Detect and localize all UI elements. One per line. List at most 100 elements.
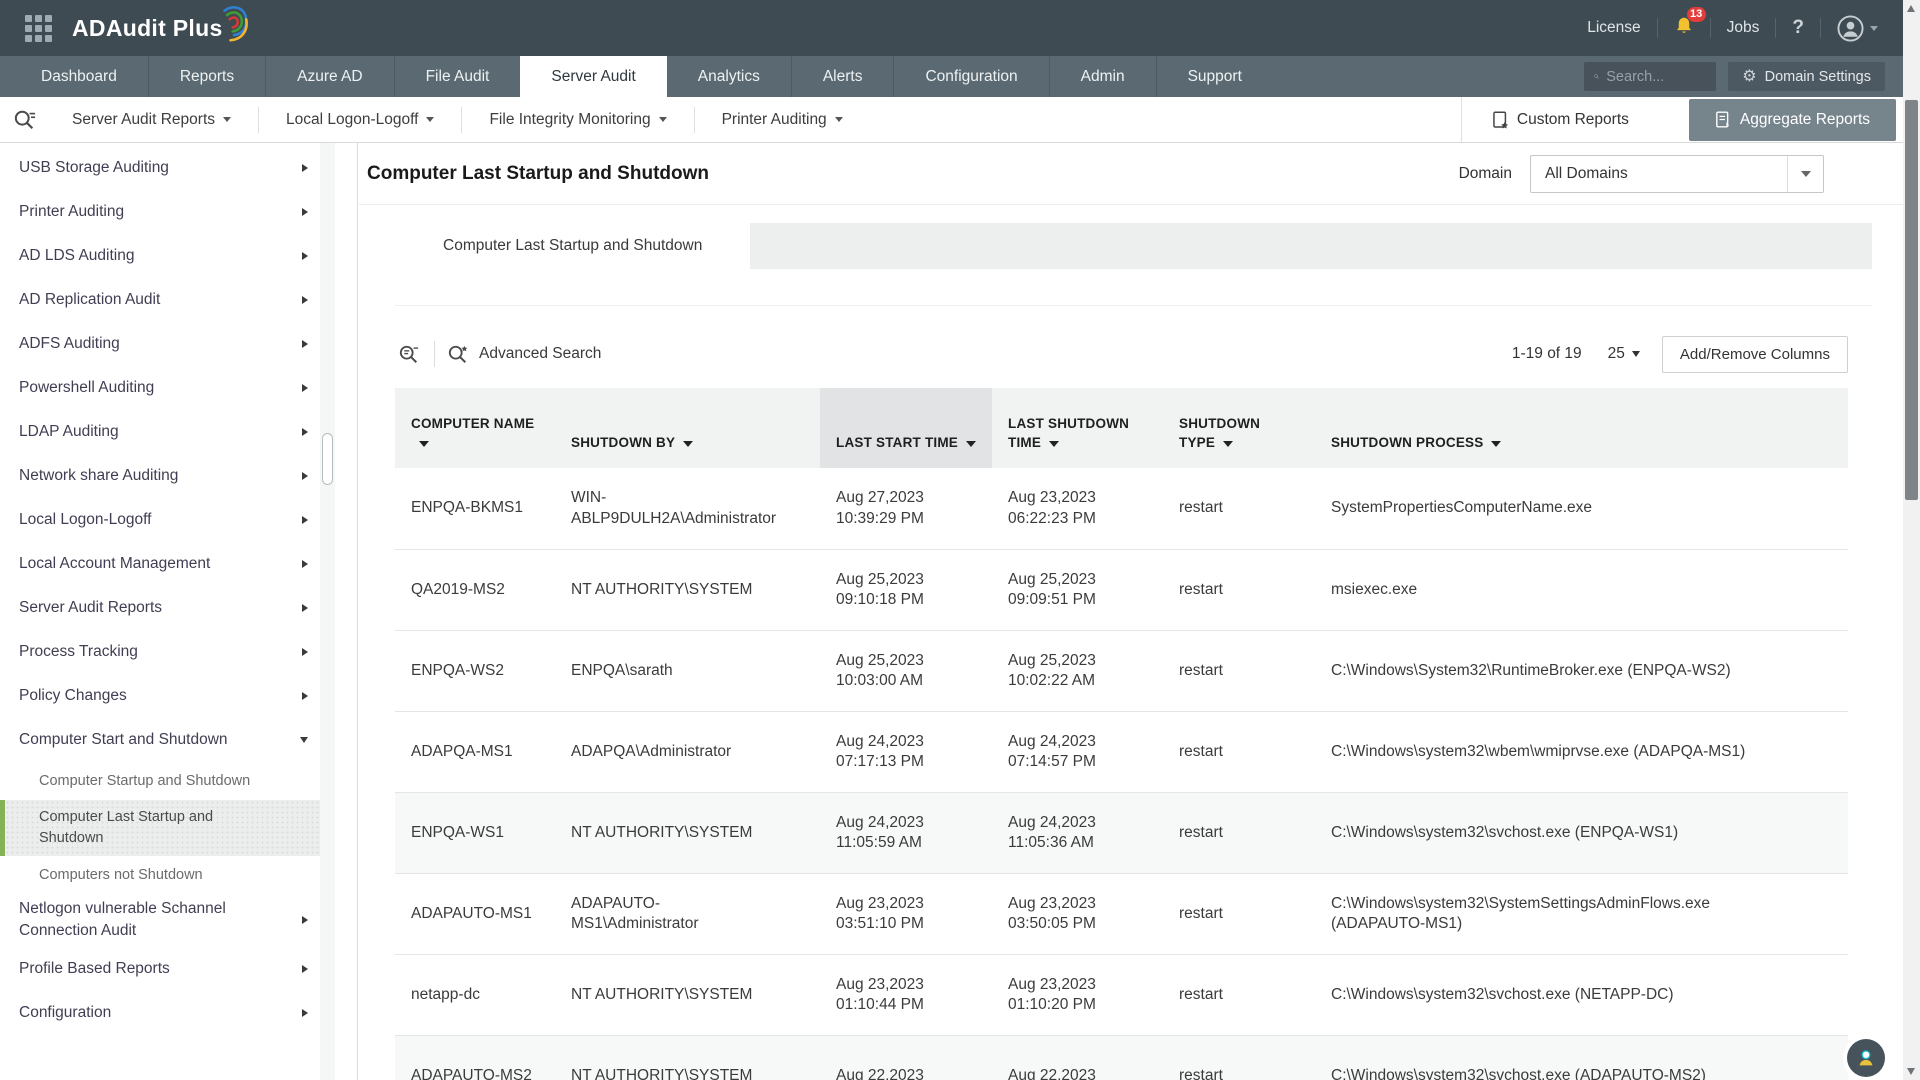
column-header[interactable]: COMPUTER NAME <box>395 388 555 468</box>
table-row[interactable]: ENPQA-WS1 NT AUTHORITY\SYSTEM Aug 24,202… <box>395 792 1848 873</box>
toolbar-menu[interactable]: Server Audit Reports <box>45 111 258 129</box>
sidebar-item[interactable]: Configuration <box>0 991 320 1035</box>
apps-grid-icon[interactable] <box>25 15 52 42</box>
column-header[interactable]: SHUTDOWN PROCESS <box>1315 388 1848 468</box>
scrollbar-down-arrow-icon[interactable] <box>1907 1068 1915 1075</box>
custom-reports-button[interactable]: Custom Reports <box>1461 97 1659 142</box>
nav-tab[interactable]: Reports <box>148 56 265 97</box>
topbar-right-cluster: License 13 Jobs ? <box>1587 15 1920 42</box>
sidebar-item[interactable]: Process Tracking <box>0 630 320 674</box>
nav-tab[interactable]: Server Audit <box>520 56 666 97</box>
report-table: COMPUTER NAME SHUTDOWN BY LAST START TIM… <box>395 388 1848 1080</box>
sidebar-item[interactable]: Server Audit Reports <box>0 586 320 630</box>
sidebar-item[interactable]: USB Storage Auditing <box>0 146 320 190</box>
app-logo[interactable]: ADAudit Plus <box>72 0 223 56</box>
advanced-search-icon[interactable] <box>447 344 469 365</box>
nav-tab[interactable]: Alerts <box>791 56 894 97</box>
sidebar-item[interactable]: LDAP Auditing <box>0 410 320 454</box>
chevron-down-icon <box>659 117 667 122</box>
report-tabstrip: Computer Last Startup and Shutdown <box>395 223 1872 269</box>
nav-tab[interactable]: Support <box>1156 56 1273 97</box>
table-row[interactable]: ADAPAUTO-MS2 NT AUTHORITY\SYSTEM Aug 22,… <box>395 1035 1848 1080</box>
sidebar-item[interactable]: AD Replication Audit <box>0 278 320 322</box>
sidebar-scrollbar-thumb[interactable] <box>322 433 333 485</box>
sidebar-item-label: Local Logon-Logoff <box>19 509 294 531</box>
nav-tab[interactable]: Configuration <box>893 56 1048 97</box>
license-link[interactable]: License <box>1587 19 1640 37</box>
add-remove-columns-button[interactable]: Add/Remove Columns <box>1662 336 1848 373</box>
sidebar-subitem[interactable]: Computers not Shutdown <box>0 856 320 894</box>
nav-tab[interactable]: Admin <box>1049 56 1156 97</box>
sidebar-subitem[interactable]: Computer Startup and Shutdown <box>0 762 320 800</box>
page-scrollbar[interactable] <box>1903 0 1920 1080</box>
column-header[interactable]: LAST SHUTDOWN TIME <box>992 388 1163 468</box>
nav-tab[interactable]: File Audit <box>394 56 521 97</box>
table-row[interactable]: netapp-dc NT AUTHORITY\SYSTEM Aug 23,202… <box>395 954 1848 1035</box>
support-chat-widget[interactable] <box>1847 1039 1885 1077</box>
sidebar-item[interactable]: Policy Changes <box>0 674 320 718</box>
table-row[interactable]: ENPQA-WS2 ENPQA\sarath Aug 25,202310:03:… <box>395 630 1848 711</box>
column-search-icon[interactable] <box>398 344 420 365</box>
table-row[interactable]: ADAPAUTO-MS1 ADAPAUTO-MS1\Administrator … <box>395 873 1848 954</box>
global-search-box[interactable] <box>1584 62 1716 91</box>
toolbar-menu-label: File Integrity Monitoring <box>489 111 650 129</box>
cell-shutdown-type: restart <box>1163 985 1315 1005</box>
sidebar-item-label: USB Storage Auditing <box>19 157 294 179</box>
nav-tab-label: Analytics <box>698 68 760 86</box>
cell-shutdown-by: ENPQA\sarath <box>555 661 820 681</box>
sidebar-subitem[interactable]: Computer Last Startup and Shutdown <box>0 800 335 856</box>
sidebar-item-label: AD LDS Auditing <box>19 245 294 267</box>
toolbar-menu[interactable]: Printer Auditing <box>695 111 870 129</box>
report-tab-active[interactable]: Computer Last Startup and Shutdown <box>395 223 750 269</box>
cell-last-start-time: Aug 25,202309:10:18 PM <box>820 570 992 611</box>
sidebar-item[interactable]: Netlogon vulnerable Schannel Connection … <box>0 894 320 947</box>
table-row[interactable]: QA2019-MS2 NT AUTHORITY\SYSTEM Aug 25,20… <box>395 549 1848 630</box>
aggregate-reports-icon <box>1715 111 1731 128</box>
cell-last-start-time: Aug 24,202307:17:13 PM <box>820 732 992 773</box>
chevron-down-icon <box>1787 156 1823 192</box>
nav-tab-label: Support <box>1188 68 1242 86</box>
notifications-button[interactable]: 13 <box>1674 15 1694 41</box>
table-row[interactable]: ADAPQA-MS1 ADAPQA\Administrator Aug 24,2… <box>395 711 1848 792</box>
domain-dropdown[interactable]: All Domains <box>1530 155 1824 193</box>
scrollbar-up-arrow-icon[interactable] <box>1907 5 1915 12</box>
toolbar-menu[interactable]: Local Logon-Logoff <box>259 111 461 129</box>
nav-tab[interactable]: Analytics <box>667 56 791 97</box>
toolbar-menu[interactable]: File Integrity Monitoring <box>462 111 693 129</box>
column-header[interactable]: LAST START TIME <box>820 388 992 468</box>
nav-tab[interactable]: Azure AD <box>265 56 393 97</box>
cell-last-shutdown-time: Aug 25,202309:09:51 PM <box>992 570 1163 611</box>
sidebar-item[interactable]: Printer Auditing <box>0 190 320 234</box>
domain-settings-button[interactable]: ⚙ Domain Settings <box>1728 62 1885 91</box>
sidebar-scrollbar-track[interactable] <box>320 143 335 1080</box>
scrollbar-thumb[interactable] <box>1905 100 1918 500</box>
sidebar-item[interactable]: AD LDS Auditing <box>0 234 320 278</box>
report-search-icon[interactable] <box>13 109 37 131</box>
sidebar-item[interactable]: Computer Start and Shutdown <box>0 718 320 762</box>
sidebar-item[interactable]: Profile Based Reports <box>0 947 320 991</box>
nav-tab[interactable]: Dashboard <box>10 56 148 97</box>
sidebar-item[interactable]: Local Account Management <box>0 542 320 586</box>
column-header-label: LAST START TIME <box>836 435 958 450</box>
sort-descending-icon <box>419 441 429 447</box>
column-header-label: LAST SHUTDOWN TIME <box>1008 416 1129 451</box>
column-header[interactable]: SHUTDOWN BY <box>555 388 820 468</box>
nav-tabs: Dashboard Reports Azure AD File Audit Se… <box>10 56 1273 97</box>
advanced-search-label[interactable]: Advanced Search <box>479 345 601 363</box>
report-toolbar: Server Audit Reports Local Logon-Logoff … <box>0 97 1920 143</box>
column-header[interactable]: SHUTDOWN TYPE <box>1163 388 1315 468</box>
sidebar-item[interactable]: Network share Auditing <box>0 454 320 498</box>
page-size-selector[interactable]: 25 <box>1608 345 1640 363</box>
jobs-link[interactable]: Jobs <box>1727 19 1760 37</box>
cell-shutdown-by: NT AUTHORITY\SYSTEM <box>555 823 820 843</box>
sidebar-item[interactable]: Local Logon-Logoff <box>0 498 320 542</box>
sidebar-item[interactable]: Powershell Auditing <box>0 366 320 410</box>
help-icon[interactable]: ? <box>1792 17 1804 39</box>
user-account-menu[interactable] <box>1837 15 1878 42</box>
cell-shutdown-process: C:\Windows\System32\RuntimeBroker.exe (E… <box>1315 661 1848 681</box>
aggregate-reports-button[interactable]: Aggregate Reports <box>1689 99 1896 141</box>
sidebar-item[interactable]: ADFS Auditing <box>0 322 320 366</box>
table-row[interactable]: ENPQA-BKMS1 WIN-ABLP9DULH2A\Administrato… <box>395 468 1848 549</box>
cell-last-shutdown-time: Aug 23,202301:10:20 PM <box>992 975 1163 1016</box>
search-input[interactable] <box>1606 69 1706 85</box>
